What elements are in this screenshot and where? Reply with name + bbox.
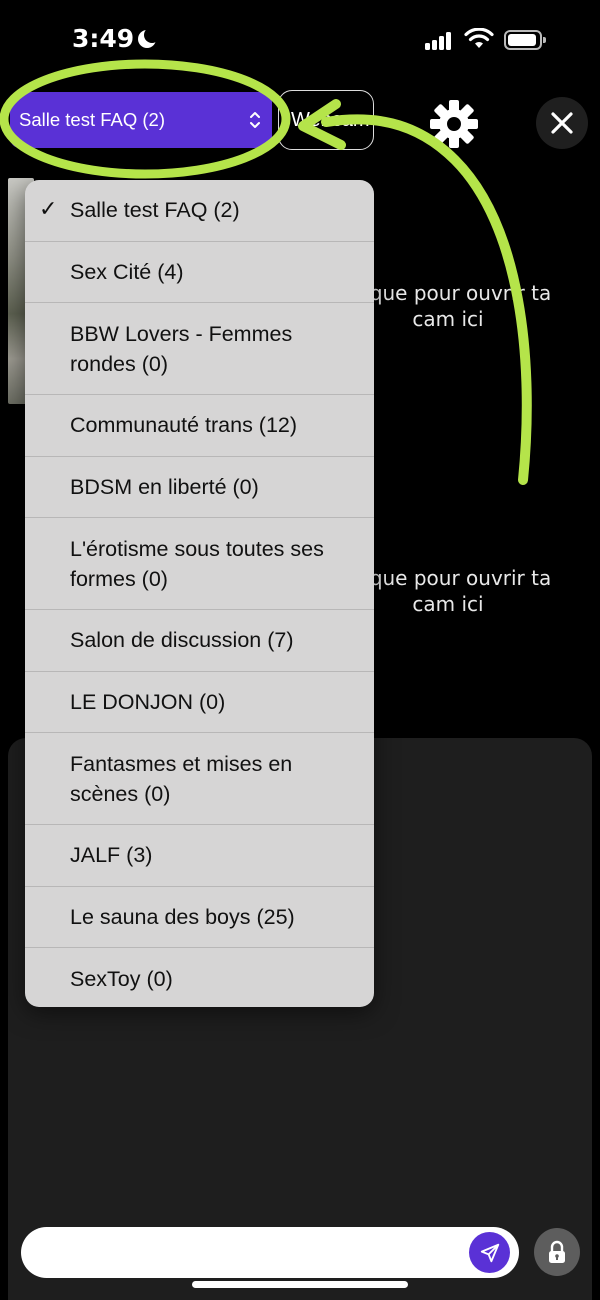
gear-icon (430, 100, 478, 148)
menu-item-label: Le sauna des boys (25) (70, 904, 295, 929)
lock-icon (549, 1240, 565, 1263)
status-bar: 3:49 (0, 0, 600, 80)
menu-item[interactable]: Fantasmes et mises en scènes (0) (25, 733, 374, 825)
menu-item-label: Sex Cité (4) (70, 259, 184, 284)
menu-item-label: Fantasmes et mises en scènes (0) (70, 751, 293, 806)
signal-icon (425, 32, 455, 50)
chevron-up-down-icon (250, 112, 260, 128)
settings-button[interactable] (428, 98, 480, 150)
menu-item-label: Communauté trans (12) (70, 413, 298, 438)
room-select[interactable]: Salle test FAQ (2) (10, 92, 272, 148)
menu-item[interactable]: BDSM en liberté (0) (25, 457, 374, 518)
menu-item-label: JALF (3) (70, 843, 153, 868)
menu-item[interactable]: L'érotisme sous toutes ses formes (0) (25, 518, 374, 610)
menu-item-label: Salon de discussion (7) (70, 628, 294, 653)
menu-item[interactable]: Communauté trans (12) (25, 395, 374, 457)
checkmark-icon: ✓ (39, 197, 58, 223)
message-input-wrapper (21, 1227, 519, 1278)
send-button[interactable] (469, 1232, 510, 1273)
menu-item[interactable]: SexToy (0) (25, 948, 374, 1007)
send-icon (480, 1243, 499, 1262)
room-dropdown-menu: ✓ Salle test FAQ (2) Sex Cité (4) BBW Lo… (25, 180, 374, 1007)
menu-item[interactable]: LE DONJON (0) (25, 672, 374, 733)
room-select-label: Salle test FAQ (2) (19, 109, 165, 130)
menu-item[interactable]: BBW Lovers - Femmes rondes (0) (25, 303, 374, 395)
moon-icon (138, 26, 161, 48)
menu-item[interactable]: Sex Cité (4) (25, 242, 374, 303)
webcam-button[interactable]: Webcam (278, 90, 374, 150)
menu-item-label: SexToy (0) (70, 966, 173, 991)
battery-icon (504, 30, 546, 50)
close-icon (551, 112, 573, 134)
message-input[interactable] (41, 1237, 461, 1267)
wifi-icon (464, 28, 494, 48)
menu-item-label: Salle test FAQ (2) (70, 198, 240, 223)
menu-item[interactable]: ✓ Salle test FAQ (2) (25, 180, 374, 242)
menu-item[interactable]: Le sauna des boys (25) (25, 887, 374, 948)
menu-item-label: BDSM en liberté (0) (70, 474, 259, 499)
home-indicator (192, 1281, 408, 1288)
menu-item[interactable]: JALF (3) (25, 825, 374, 887)
menu-item[interactable]: Salon de discussion (7) (25, 610, 374, 672)
menu-item-label: L'érotisme sous toutes ses formes (0) (70, 536, 324, 591)
webcam-button-label: Webcam (291, 108, 370, 131)
status-time: 3:49 (72, 24, 161, 53)
menu-item-label: LE DONJON (0) (70, 689, 226, 714)
menu-item-label: BBW Lovers - Femmes rondes (0) (70, 321, 293, 376)
clock-text: 3:49 (72, 24, 135, 53)
lock-button[interactable] (534, 1228, 580, 1276)
close-button[interactable] (536, 97, 588, 149)
